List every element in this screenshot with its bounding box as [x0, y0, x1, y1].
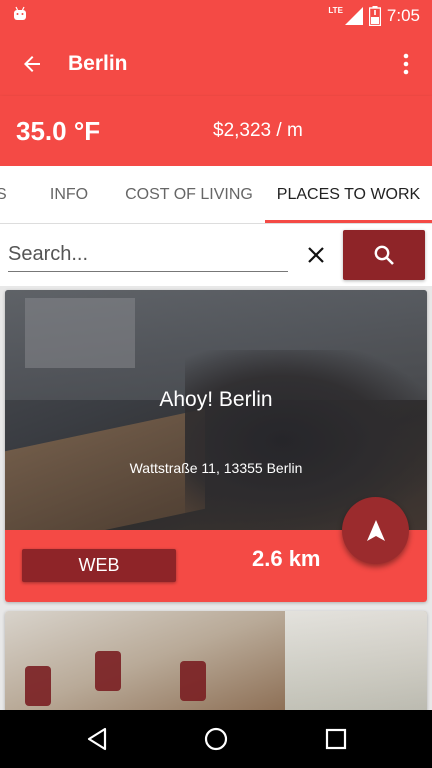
page-title: Berlin: [68, 52, 128, 75]
overflow-menu-button[interactable]: [390, 48, 422, 80]
place-card[interactable]: [5, 611, 427, 711]
web-button[interactable]: WEB: [22, 549, 176, 582]
place-distance: 2.6 km: [252, 546, 321, 571]
nav-recents-icon: [325, 728, 347, 750]
system-nav-bar: [0, 710, 432, 768]
search-icon: [374, 245, 394, 265]
monthly-cost: $2,323 / m: [213, 120, 303, 141]
nav-back-button[interactable]: [82, 724, 112, 754]
battery-icon: [368, 6, 381, 26]
close-icon: [308, 247, 324, 263]
nav-home-button[interactable]: [201, 724, 231, 754]
back-arrow-icon: [24, 56, 40, 72]
tab-partial[interactable]: ES: [0, 166, 12, 223]
nav-home-icon: [204, 727, 228, 751]
search-button[interactable]: [343, 230, 425, 280]
more-vert-icon: [403, 53, 409, 75]
search-row: [0, 224, 432, 286]
tab-info[interactable]: INFO: [28, 166, 110, 223]
clock: 7:05: [386, 6, 420, 25]
search-input[interactable]: [8, 238, 288, 272]
app-bar: Berlin: [0, 32, 432, 96]
android-icon: [14, 6, 26, 20]
nav-back-icon: [87, 727, 107, 751]
clear-search-button[interactable]: [300, 239, 332, 271]
place-address: Wattstraße 11, 13355 Berlin: [129, 460, 303, 476]
temperature: 35.0 °F: [16, 116, 101, 146]
nav-recents-button[interactable]: [321, 724, 351, 754]
back-button[interactable]: [0, 32, 64, 96]
tab-bar: ES INFO COST OF LIVING PLACES TO WORK: [0, 166, 432, 224]
lte-signal-icon: [344, 7, 363, 25]
place-name: Ahoy! Berlin: [159, 388, 273, 411]
tab-places-to-work[interactable]: PLACES TO WORK: [265, 166, 432, 223]
city-summary: 35.0 °F $2,323 / m: [0, 96, 432, 166]
place-photo: [5, 611, 427, 711]
tab-cost-of-living[interactable]: COST OF LIVING: [115, 166, 263, 223]
status-bar: LTE 7:05: [0, 0, 432, 32]
navigate-fab[interactable]: [342, 497, 409, 564]
tab-indicator: [265, 220, 432, 223]
navigation-arrow-icon: [366, 519, 385, 541]
network-type: LTE: [328, 5, 343, 15]
